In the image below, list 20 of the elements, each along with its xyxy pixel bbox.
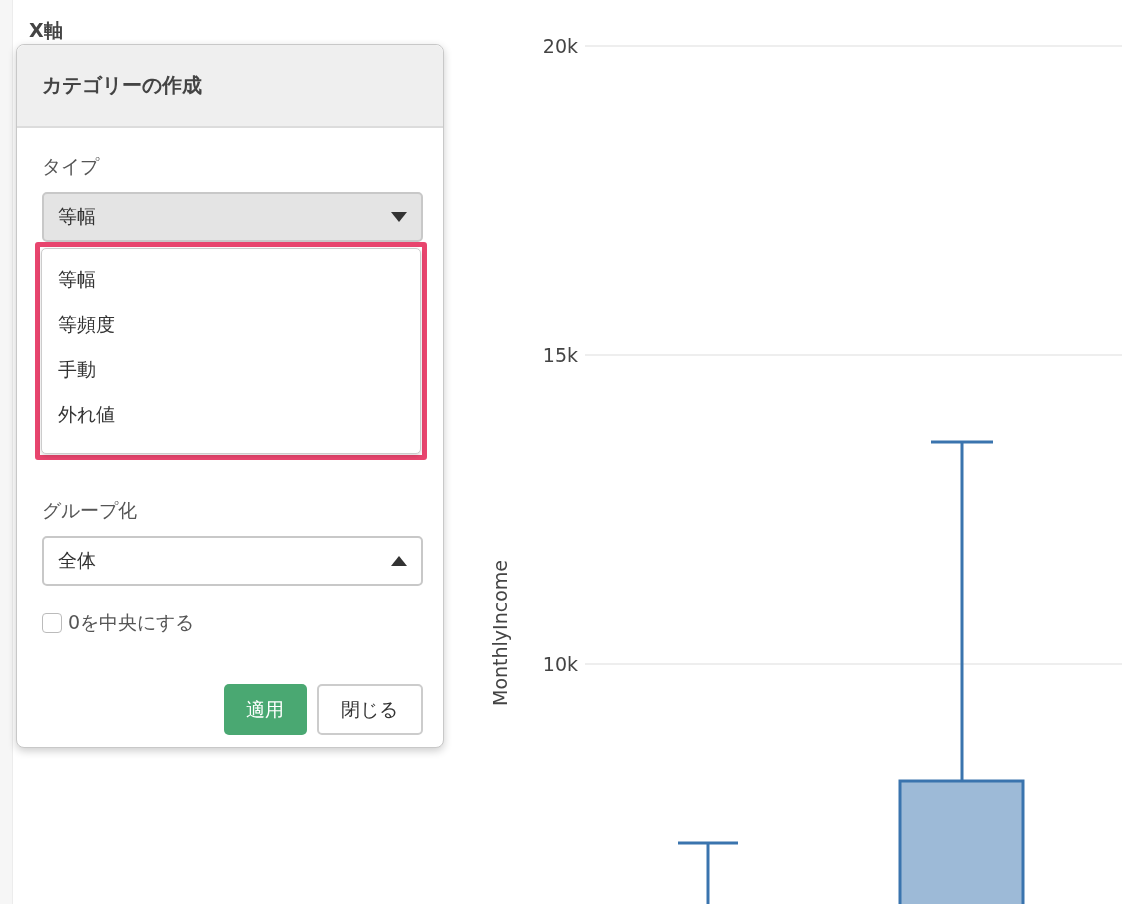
axis-tick-label: 10k [542,653,578,675]
menu-option[interactable]: 外れ値 [41,396,420,441]
group-select[interactable]: 全体 [41,536,423,586]
menu-option[interactable]: 等幅 [41,261,420,306]
checkbox-label: 0を中央にする [67,610,195,635]
caret-icon [390,212,407,222]
dialog-title: カテゴリーの作成 [41,72,202,99]
whisker [678,841,738,904]
checkbox[interactable] [41,613,62,633]
axis-title: MonthlyIncome [489,560,511,706]
field-label: グループ化 [41,498,138,523]
close-button[interactable]: 閉じる [316,684,423,735]
menu-option[interactable]: 等頻度 [41,306,420,351]
field-label: タイプ [41,154,101,179]
menu-option[interactable]: 手動 [41,351,420,396]
type-select[interactable]: 等幅 [41,192,423,242]
axis-tick-label: 20k [542,35,578,57]
axis-tick-label: 15k [542,344,578,366]
section-title: X軸 [28,18,64,43]
caret-icon [390,556,407,566]
